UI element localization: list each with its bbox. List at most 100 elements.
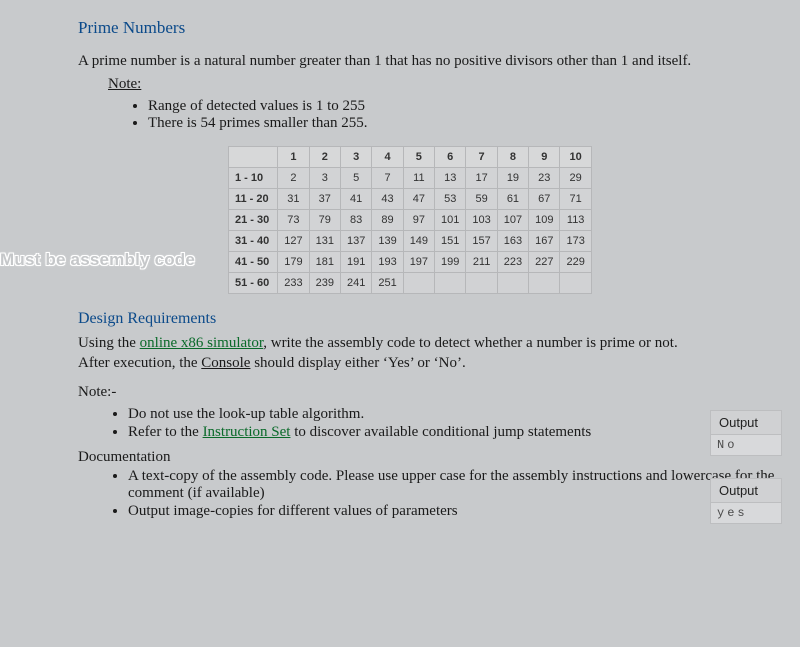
output-label: Output [710, 410, 782, 434]
prime-cell: 131 [309, 231, 340, 252]
prime-cell: 31 [278, 189, 309, 210]
link-instruction-set[interactable]: Instruction Set [203, 424, 291, 440]
prime-cell: 89 [372, 210, 403, 231]
documentation-item: Output image-copies for different values… [128, 503, 780, 520]
prime-cell: 53 [435, 189, 466, 210]
table-row: 31 - 40127131137139149151157163167173 [229, 231, 592, 252]
prime-cell: 59 [466, 189, 497, 210]
prime-cell: 151 [435, 231, 466, 252]
output-value: yes [710, 502, 782, 524]
prime-cell [435, 273, 466, 294]
prime-cell: 181 [309, 252, 340, 273]
prime-cell: 41 [340, 189, 371, 210]
note-item: Range of detected values is 1 to 255 [148, 98, 780, 115]
prime-cell: 37 [309, 189, 340, 210]
output-label: Output [710, 478, 782, 502]
prime-cell: 23 [529, 168, 560, 189]
row-label: 21 - 30 [229, 210, 278, 231]
prime-cell: 241 [340, 273, 371, 294]
primes-table: 1 2 3 4 5 6 7 8 9 10 1 - 102357111317192… [228, 146, 592, 294]
design-note-item: Do not use the look-up table algorithm. [128, 406, 678, 423]
col-header: 5 [403, 147, 434, 168]
prime-cell: 11 [403, 168, 434, 189]
output-box-2: Output yes [710, 478, 782, 524]
prime-cell: 127 [278, 231, 309, 252]
output-box-1: Output No [710, 410, 782, 456]
prime-cell: 137 [340, 231, 371, 252]
prime-cell: 61 [497, 189, 528, 210]
prime-cell: 223 [497, 252, 528, 273]
prime-cell: 73 [278, 210, 309, 231]
col-header: 2 [309, 147, 340, 168]
prime-cell: 113 [560, 210, 591, 231]
col-header: 4 [372, 147, 403, 168]
design-paragraph: Using the online x86 simulator, write th… [78, 334, 678, 372]
prime-cell: 29 [560, 168, 591, 189]
prime-cell: 233 [278, 273, 309, 294]
prime-cell: 173 [560, 231, 591, 252]
prime-cell: 17 [466, 168, 497, 189]
table-row: 11 - 2031374143475359616771 [229, 189, 592, 210]
prime-cell: 157 [466, 231, 497, 252]
documentation-heading: Documentation [78, 449, 780, 466]
prime-cell: 83 [340, 210, 371, 231]
col-header: 6 [435, 147, 466, 168]
console-underlined: Console [201, 355, 250, 371]
prime-cell: 5 [340, 168, 371, 189]
prime-cell: 107 [497, 210, 528, 231]
page-title: Prime Numbers [78, 18, 780, 38]
prime-cell: 109 [529, 210, 560, 231]
prime-cell: 139 [372, 231, 403, 252]
prime-cell: 7 [372, 168, 403, 189]
note-list: Range of detected values is 1 to 255 The… [128, 98, 780, 132]
prime-cell: 167 [529, 231, 560, 252]
prime-cell: 191 [340, 252, 371, 273]
row-label: 1 - 10 [229, 168, 278, 189]
prime-cell: 229 [560, 252, 591, 273]
row-label: 31 - 40 [229, 231, 278, 252]
prime-cell: 149 [403, 231, 434, 252]
prime-cell: 179 [278, 252, 309, 273]
note-label: Note: [108, 75, 141, 94]
prime-cell: 211 [466, 252, 497, 273]
intro-text: A prime number is a natural number great… [78, 52, 780, 71]
row-label: 51 - 60 [229, 273, 278, 294]
prime-cell: 67 [529, 189, 560, 210]
prime-cell: 79 [309, 210, 340, 231]
table-row: 41 - 50179181191193197199211223227229 [229, 252, 592, 273]
table-header-row: 1 2 3 4 5 6 7 8 9 10 [229, 147, 592, 168]
link-online-simulator[interactable]: online x86 simulator [140, 335, 264, 351]
prime-cell: 227 [529, 252, 560, 273]
prime-cell [403, 273, 434, 294]
prime-cell [466, 273, 497, 294]
prime-cell: 239 [309, 273, 340, 294]
col-header: 3 [340, 147, 371, 168]
prime-cell: 199 [435, 252, 466, 273]
prime-cell: 71 [560, 189, 591, 210]
prime-cell: 97 [403, 210, 434, 231]
output-value: No [710, 434, 782, 456]
design-note-item: Refer to the Instruction Set to discover… [128, 424, 678, 441]
table-row: 1 - 102357111317192329 [229, 168, 592, 189]
table-row: 21 - 307379838997101103107109113 [229, 210, 592, 231]
prime-cell: 19 [497, 168, 528, 189]
prime-cell: 251 [372, 273, 403, 294]
annotation-must-be-assembly: Must be assembly code [0, 250, 195, 270]
prime-cell: 101 [435, 210, 466, 231]
prime-cell: 2 [278, 168, 309, 189]
prime-cell: 103 [466, 210, 497, 231]
col-header: 8 [497, 147, 528, 168]
prime-cell [560, 273, 591, 294]
prime-cell: 3 [309, 168, 340, 189]
table-row: 51 - 60233239241251 [229, 273, 592, 294]
documentation-list: A text-copy of the assembly code. Please… [108, 468, 780, 520]
documentation-item: A text-copy of the assembly code. Please… [128, 468, 780, 502]
prime-cell: 193 [372, 252, 403, 273]
prime-cell [497, 273, 528, 294]
col-header: 7 [466, 147, 497, 168]
prime-cell: 197 [403, 252, 434, 273]
prime-cell: 43 [372, 189, 403, 210]
col-header: 10 [560, 147, 591, 168]
design-heading: Design Requirements [78, 310, 780, 328]
row-label: 11 - 20 [229, 189, 278, 210]
